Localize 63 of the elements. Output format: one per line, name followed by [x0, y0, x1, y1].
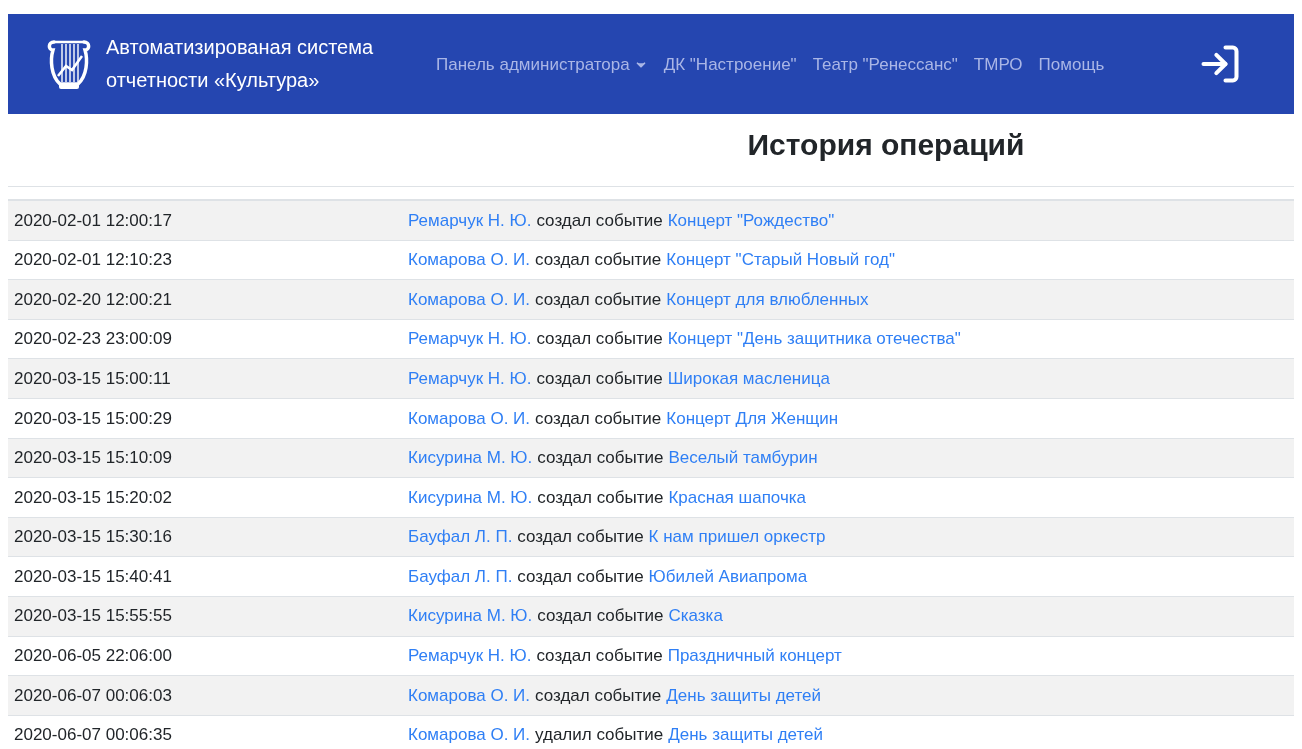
time-cell-text: 2020-02-20 12:00:21 [13, 288, 173, 311]
action-text: создал событие [537, 486, 664, 509]
nav-dropdown[interactable]: Панель администратора [436, 52, 648, 78]
time-cell-text: 2020-06-07 00:06:35 [13, 724, 173, 747]
time-cell-text: 2020-02-01 12:10:23 [13, 249, 173, 272]
time-cell-text: 2020-06-07 00:06:03 [13, 684, 173, 707]
nav-link[interactable]: ТМРО [973, 52, 1023, 78]
event-link[interactable]: Концерт "День защитника отечества" [667, 326, 961, 352]
nav-link[interactable]: ДК "Настроение" [663, 52, 797, 78]
action-text: создал событие [537, 447, 664, 470]
time-cell-text: 2020-03-15 15:55:55 [13, 605, 173, 628]
time-cell-text: 2020-03-15 15:10:09 [13, 447, 173, 470]
event-link[interactable]: Сказка [668, 603, 723, 629]
action-text: создал событие [517, 526, 644, 549]
time-cell-text: 2020-03-15 15:30:16 [13, 526, 173, 549]
event-link[interactable]: День защиты детей [668, 722, 824, 748]
user-link[interactable]: Комарова О. И. [408, 247, 531, 273]
user-link[interactable]: Ремарчук Н. Ю. [408, 326, 532, 352]
user-link[interactable]: Кисурина М. Ю. [408, 484, 533, 511]
event-link[interactable]: Концерт для влюбленных [666, 286, 869, 313]
user-link[interactable]: Бауфал Л. П. [408, 524, 513, 550]
event-link[interactable]: Красная шапочка [668, 484, 807, 511]
event-link[interactable]: Концерт "Рождество" [667, 207, 835, 234]
event-link[interactable]: День защиты детей [666, 682, 822, 709]
action-text: удалил событие [535, 724, 664, 747]
user-link[interactable]: Комарова О. И. [408, 405, 531, 431]
action-text: создал событие [517, 565, 644, 588]
user-link[interactable]: Бауфал Л. П. [408, 563, 513, 590]
nav-link[interactable]: Театр "Ренессанс" [812, 52, 958, 78]
action-text: создал событие [535, 288, 662, 311]
time-cell-text: 2020-03-15 15:00:29 [13, 407, 173, 430]
action-text: создал событие [536, 367, 663, 390]
event-link[interactable]: Юбилей Авиапрома [648, 563, 808, 590]
app-title: Автоматизированая система отчетности «Культура» [106, 35, 375, 93]
action-text: создал событие [535, 407, 662, 430]
action-text: создал событие [535, 249, 662, 272]
action-text: создал событие [537, 605, 664, 628]
time-cell-text: 2020-02-23 23:00:09 [13, 328, 173, 351]
user-link[interactable]: Кисурина М. Ю. [408, 445, 533, 471]
time-cell-text: 2020-03-15 15:00:11 [13, 367, 172, 390]
time-cell-text: 2020-02-01 12:00:17 [13, 209, 173, 232]
user-link[interactable]: Ремарчук Н. Ю. [408, 207, 532, 234]
user-link[interactable]: Комарова О. И. [408, 722, 531, 748]
time-cell-text: 2020-03-15 15:40:41 [13, 565, 173, 588]
page-title: История операций [747, 127, 1025, 163]
action-text: создал событие [536, 209, 663, 232]
user-link[interactable]: Комарова О. И. [408, 286, 531, 313]
time-cell-text: 2020-03-15 15:20:02 [13, 486, 173, 509]
user-link[interactable]: Комарова О. И. [408, 682, 531, 709]
event-link[interactable]: Веселый тамбурин [668, 445, 818, 471]
user-link[interactable]: Ремарчук Н. Ю. [408, 365, 532, 392]
event-link[interactable]: Праздничный концерт [667, 643, 842, 669]
action-text: создал событие [536, 328, 663, 351]
action-text: создал событие [535, 684, 662, 707]
event-link[interactable]: Широкая масленица [667, 365, 830, 392]
event-link[interactable]: К нам пришел оркестр [648, 524, 826, 550]
action-text: создал событие [536, 645, 663, 668]
nav-link[interactable]: Помощь [1038, 52, 1105, 78]
user-link[interactable]: Ремарчук Н. Ю. [408, 643, 532, 669]
time-cell-text: 2020-06-05 22:06:00 [13, 645, 173, 668]
event-link[interactable]: Концерт Для Женщин [666, 405, 839, 431]
event-link[interactable]: Концерт "Старый Новый год" [666, 247, 895, 273]
user-link[interactable]: Кисурина М. Ю. [408, 603, 533, 629]
